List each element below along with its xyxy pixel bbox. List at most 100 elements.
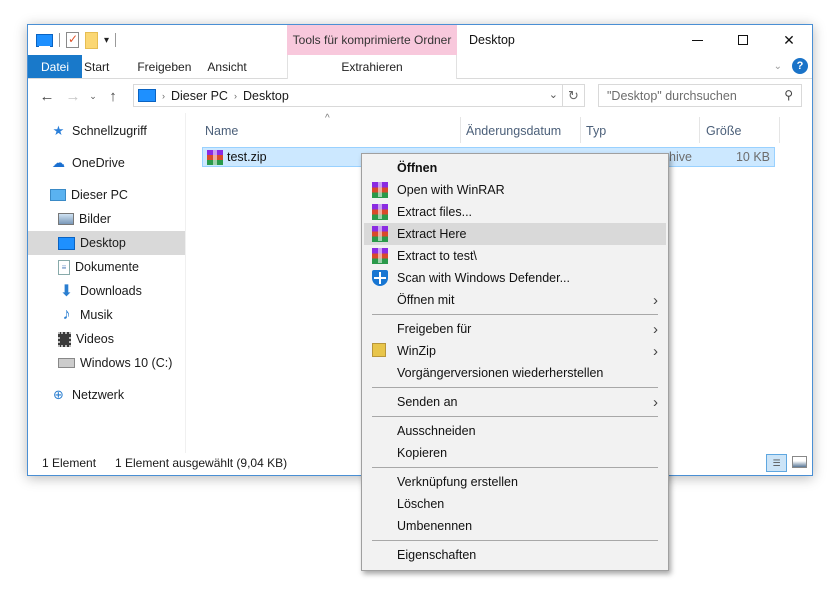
- winrar-icon: [372, 226, 388, 242]
- menu-item-kopieren[interactable]: Kopieren: [364, 442, 666, 464]
- winzip-icon: [372, 343, 386, 357]
- menu-item-label: Scan with Windows Defender...: [397, 271, 570, 285]
- column-header-name[interactable]: Name: [205, 119, 238, 143]
- menu-item-extract-here[interactable]: Extract Here: [364, 223, 666, 245]
- customize-dropdown-icon[interactable]: ▾: [104, 35, 109, 46]
- menu-item-label: Umbenennen: [397, 519, 473, 533]
- sidebar-item-label: Musik: [80, 308, 113, 322]
- new-folder-icon[interactable]: [85, 31, 98, 49]
- monitor-icon[interactable]: [36, 33, 53, 47]
- sidebar-item-videos[interactable]: Videos: [58, 327, 114, 351]
- recent-locations-dropdown[interactable]: ⌄: [86, 91, 100, 102]
- column-divider[interactable]: [460, 117, 461, 143]
- onedrive-cloud-icon: ☁: [52, 155, 65, 170]
- back-button[interactable]: ←: [34, 88, 60, 105]
- menu-item-ausschneiden[interactable]: Ausschneiden: [364, 420, 666, 442]
- sidebar-item-label: Videos: [76, 332, 114, 346]
- contextual-tab-group-label: Tools für komprimierte Ordner: [287, 25, 457, 55]
- winrar-icon: [372, 182, 388, 198]
- close-icon: ✕: [783, 31, 795, 48]
- column-divider[interactable]: [580, 117, 581, 143]
- ribbon-expand-chevron-icon[interactable]: ⌄: [774, 61, 782, 72]
- address-dropdown-icon[interactable]: ⌄: [549, 88, 558, 101]
- menu-item-winzip[interactable]: WinZip ›: [364, 340, 666, 362]
- column-divider[interactable]: [779, 117, 780, 143]
- sidebar-item-desktop[interactable]: Desktop: [28, 231, 185, 255]
- forward-button[interactable]: →: [60, 88, 86, 105]
- menu-item-label: WinZip: [397, 344, 436, 358]
- sidebar-item-dokumente[interactable]: ≡ Dokumente: [58, 255, 139, 279]
- selection-info: 1 Element ausgewählt (9,04 KB): [115, 456, 288, 470]
- maximize-icon: [738, 35, 748, 45]
- menu-item-label: Senden an: [397, 395, 458, 409]
- minimize-button[interactable]: [674, 25, 720, 55]
- sidebar-item-bilder[interactable]: Bilder: [58, 207, 111, 231]
- menu-item-label: Kopieren: [397, 446, 448, 460]
- tab-extrahieren[interactable]: Extrahieren: [287, 55, 457, 79]
- close-button[interactable]: ✕: [766, 25, 812, 55]
- breadcrumb-separator[interactable]: ›: [162, 91, 165, 101]
- column-header-date[interactable]: Änderungsdatum: [466, 119, 561, 143]
- tab-freigeben[interactable]: Freigeben: [123, 55, 205, 78]
- large-icons-view-icon[interactable]: [792, 456, 807, 468]
- sidebar-item-label: Dieser PC: [71, 188, 128, 202]
- menu-item-umbenennen[interactable]: Umbenennen: [364, 515, 666, 537]
- documents-icon: ≡: [58, 259, 70, 275]
- defender-shield-icon: [372, 270, 388, 286]
- search-input[interactable]: "Desktop" durchsuchen ⚲: [598, 84, 802, 107]
- search-icon[interactable]: ⚲: [784, 88, 793, 102]
- ribbon-tabs: Datei Start Freigeben Ansicht Extrahiere…: [28, 55, 812, 79]
- sidebar-item-musik[interactable]: ♪ Musik: [58, 303, 113, 327]
- menu-item-scan-defender[interactable]: Scan with Windows Defender...: [364, 267, 666, 289]
- sidebar-item-label: Netzwerk: [72, 388, 125, 402]
- menu-item-extract-files[interactable]: Extract files...: [364, 201, 666, 223]
- tab-ansicht[interactable]: Ansicht: [205, 55, 260, 78]
- menu-item-oeffnen-mit[interactable]: Öffnen mit ›: [364, 289, 666, 311]
- menu-item-oeffnen[interactable]: Öffnen: [364, 157, 666, 179]
- desktop-icon: [58, 236, 75, 250]
- menu-item-label: Extract files...: [397, 205, 473, 219]
- help-icon[interactable]: ?: [792, 58, 808, 74]
- menu-separator: [372, 540, 658, 541]
- breadcrumb-dieser-pc[interactable]: Dieser PC: [171, 89, 228, 103]
- menu-item-eigenschaften[interactable]: Eigenschaften: [364, 544, 666, 566]
- search-placeholder: "Desktop" durchsuchen: [607, 88, 737, 103]
- up-button[interactable]: ↑: [100, 88, 126, 105]
- music-note-icon: ♪: [62, 306, 71, 323]
- menu-item-label: Löschen: [397, 497, 445, 511]
- tab-start[interactable]: Start: [82, 55, 123, 78]
- winrar-archive-icon: [207, 150, 223, 165]
- menu-item-vorgaengerversionen[interactable]: Vorgängerversionen wiederherstellen: [364, 362, 666, 384]
- qat-separator: [59, 33, 60, 47]
- refresh-button[interactable]: ↻: [562, 84, 584, 107]
- menu-item-open-with-winrar[interactable]: Open with WinRAR: [364, 179, 666, 201]
- column-header-type[interactable]: Typ: [586, 119, 606, 143]
- tab-datei[interactable]: Datei: [28, 55, 82, 78]
- breadcrumb-separator[interactable]: ›: [234, 91, 237, 101]
- sidebar-item-schnellzugriff[interactable]: ★ Schnellzugriff: [50, 119, 147, 143]
- menu-separator: [372, 314, 658, 315]
- column-divider[interactable]: [699, 117, 700, 143]
- winrar-icon: [372, 248, 388, 264]
- sidebar-item-netzwerk[interactable]: ⊕ Netzwerk: [50, 383, 124, 407]
- sidebar-item-downloads[interactable]: ⬇ Downloads: [58, 279, 142, 303]
- sidebar-item-label: Windows 10 (C:): [80, 356, 173, 370]
- sidebar-item-windows-c[interactable]: Windows 10 (C:): [58, 351, 172, 375]
- sidebar-item-dieser-pc[interactable]: Dieser PC: [50, 183, 128, 207]
- quick-access-toolbar: ▾: [28, 25, 117, 55]
- sidebar-item-label: Dokumente: [75, 260, 139, 274]
- address-bar[interactable]: › Dieser PC › Desktop ⌄ ↻: [133, 84, 585, 107]
- qat-separator: [115, 33, 117, 47]
- sidebar-item-onedrive[interactable]: ☁ OneDrive: [50, 151, 125, 175]
- menu-item-loeschen[interactable]: Löschen: [364, 493, 666, 515]
- maximize-button[interactable]: [720, 25, 766, 55]
- details-view-icon[interactable]: ☰: [766, 454, 787, 472]
- menu-item-senden-an[interactable]: Senden an ›: [364, 391, 666, 413]
- breadcrumb-desktop[interactable]: Desktop: [243, 89, 289, 103]
- properties-icon[interactable]: [66, 32, 79, 48]
- menu-item-freigeben-fuer[interactable]: Freigeben für ›: [364, 318, 666, 340]
- submenu-arrow-icon: ›: [653, 393, 658, 411]
- column-header-size[interactable]: Größe: [706, 119, 741, 143]
- menu-item-verknuepfung-erstellen[interactable]: Verknüpfung erstellen: [364, 471, 666, 493]
- menu-item-extract-to-test[interactable]: Extract to test\: [364, 245, 666, 267]
